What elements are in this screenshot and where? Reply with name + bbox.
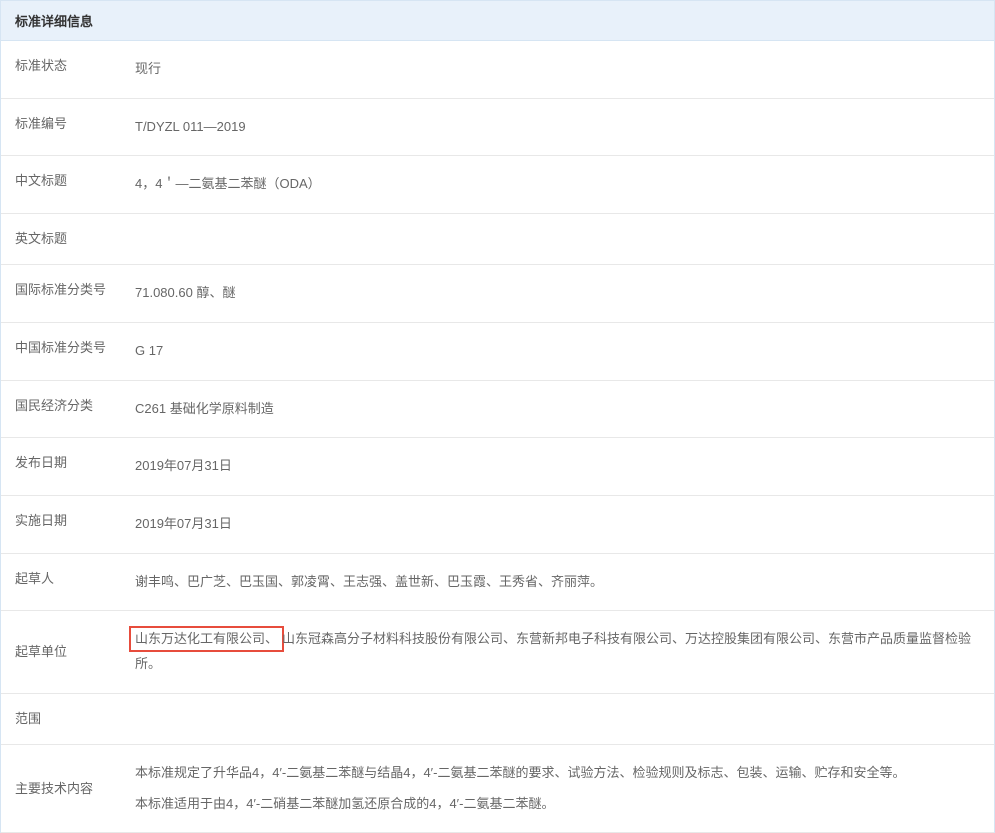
label-drafters: 起草人 [1,554,129,611]
value-title-cn: 4，4＇—二氨基二苯醚（ODA） [129,156,994,213]
value-impl-date: 2019年07月31日 [129,496,994,553]
label-tech-content: 主要技术内容 [1,745,129,832]
row-scope: 范围 [1,694,994,745]
tech-content-p1: 本标准规定了升华品4，4′-二氨基二苯醚与结晶4，4′-二氨基二苯醚的要求、试验… [135,761,980,786]
label-scope: 范围 [1,694,129,744]
highlighted-org: 山东万达化工有限公司、 [129,626,284,652]
row-pub-date: 发布日期 2019年07月31日 [1,438,994,496]
row-draft-org: 起草单位 山东万达化工有限公司、山东冠森高分子材料科技股份有限公司、东营新邦电子… [1,611,994,693]
label-cn-class: 中国标准分类号 [1,323,129,380]
tech-content-p2: 本标准适用于由4，4′-二硝基二苯醚加氢还原合成的4，4′-二氨基二苯醚。 [135,792,980,817]
row-number: 标准编号 T/DYZL 011—2019 [1,99,994,157]
value-drafters: 谢丰鸣、巴广芝、巴玉国、郭凌霄、王志强、盖世新、巴玉霞、王秀省、齐丽萍。 [129,554,994,611]
value-cn-class: G 17 [129,323,994,380]
table-header: 标准详细信息 [1,1,994,41]
label-number: 标准编号 [1,99,129,156]
value-intl-class: 71.080.60 醇、醚 [129,265,994,322]
value-pub-date: 2019年07月31日 [129,438,994,495]
value-number: T/DYZL 011—2019 [129,99,994,156]
label-title-en: 英文标题 [1,214,129,264]
row-title-en: 英文标题 [1,214,994,265]
row-intl-class: 国际标准分类号 71.080.60 醇、醚 [1,265,994,323]
value-scope [129,694,994,744]
row-tech-content: 主要技术内容 本标准规定了升华品4，4′-二氨基二苯醚与结晶4，4′-二氨基二苯… [1,745,994,833]
label-intl-class: 国际标准分类号 [1,265,129,322]
label-pub-date: 发布日期 [1,438,129,495]
label-draft-org: 起草单位 [1,611,129,692]
label-econ-class: 国民经济分类 [1,381,129,438]
standard-detail-table: 标准详细信息 标准状态 现行 标准编号 T/DYZL 011—2019 中文标题… [0,0,995,833]
value-econ-class: C261 基础化学原料制造 [129,381,994,438]
value-tech-content: 本标准规定了升华品4，4′-二氨基二苯醚与结晶4，4′-二氨基二苯醚的要求、试验… [129,745,994,832]
value-draft-org: 山东万达化工有限公司、山东冠森高分子材料科技股份有限公司、东营新邦电子科技有限公… [129,611,994,692]
value-title-en [129,214,994,264]
row-cn-class: 中国标准分类号 G 17 [1,323,994,381]
value-status: 现行 [129,41,994,98]
row-impl-date: 实施日期 2019年07月31日 [1,496,994,554]
row-title-cn: 中文标题 4，4＇—二氨基二苯醚（ODA） [1,156,994,214]
label-impl-date: 实施日期 [1,496,129,553]
label-title-cn: 中文标题 [1,156,129,213]
label-status: 标准状态 [1,41,129,98]
row-drafters: 起草人 谢丰鸣、巴广芝、巴玉国、郭凌霄、王志强、盖世新、巴玉霞、王秀省、齐丽萍。 [1,554,994,612]
row-status: 标准状态 现行 [1,41,994,99]
row-econ-class: 国民经济分类 C261 基础化学原料制造 [1,381,994,439]
